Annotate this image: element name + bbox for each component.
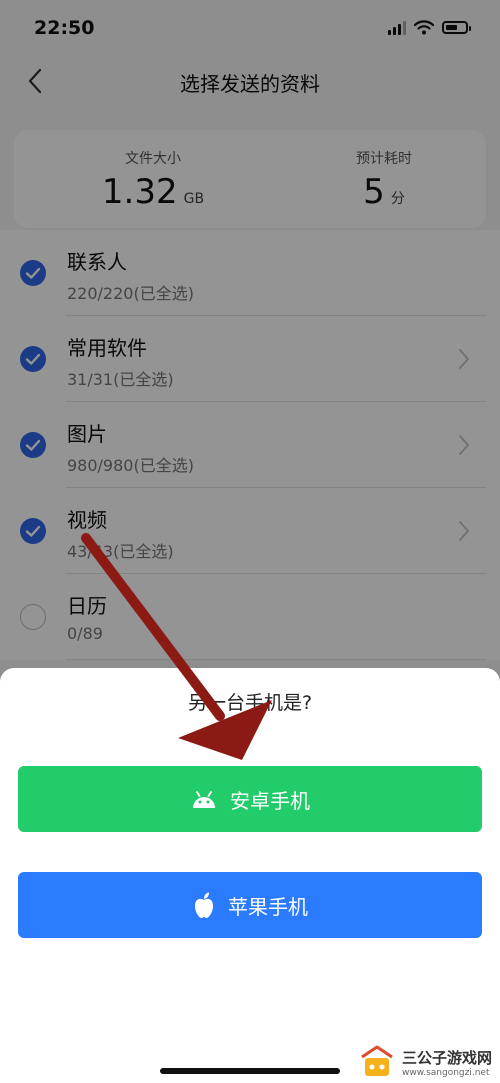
- watermark-name: 三公子游戏网: [401, 1048, 492, 1067]
- watermark-url: www.sangongzi.net: [401, 1067, 490, 1078]
- watermark-text: 三公子游戏网 www.sangongzi.net: [402, 1047, 492, 1078]
- android-icon: [190, 788, 218, 810]
- android-phone-button[interactable]: 安卓手机: [18, 766, 482, 832]
- home-indicator: [160, 1068, 340, 1074]
- apple-phone-button[interactable]: 苹果手机: [18, 872, 482, 938]
- watermark-logo: [361, 1045, 393, 1076]
- apple-icon: [192, 891, 216, 919]
- apple-button-label: 苹果手机: [228, 894, 308, 919]
- site-watermark: 三公子游戏网 www.sangongzi.net: [358, 1045, 492, 1079]
- phone-type-sheet: 另一台手机是? 安卓手机 苹果手机: [0, 668, 500, 1083]
- android-button-label: 安卓手机: [230, 788, 310, 813]
- sheet-question: 另一台手机是?: [187, 692, 313, 714]
